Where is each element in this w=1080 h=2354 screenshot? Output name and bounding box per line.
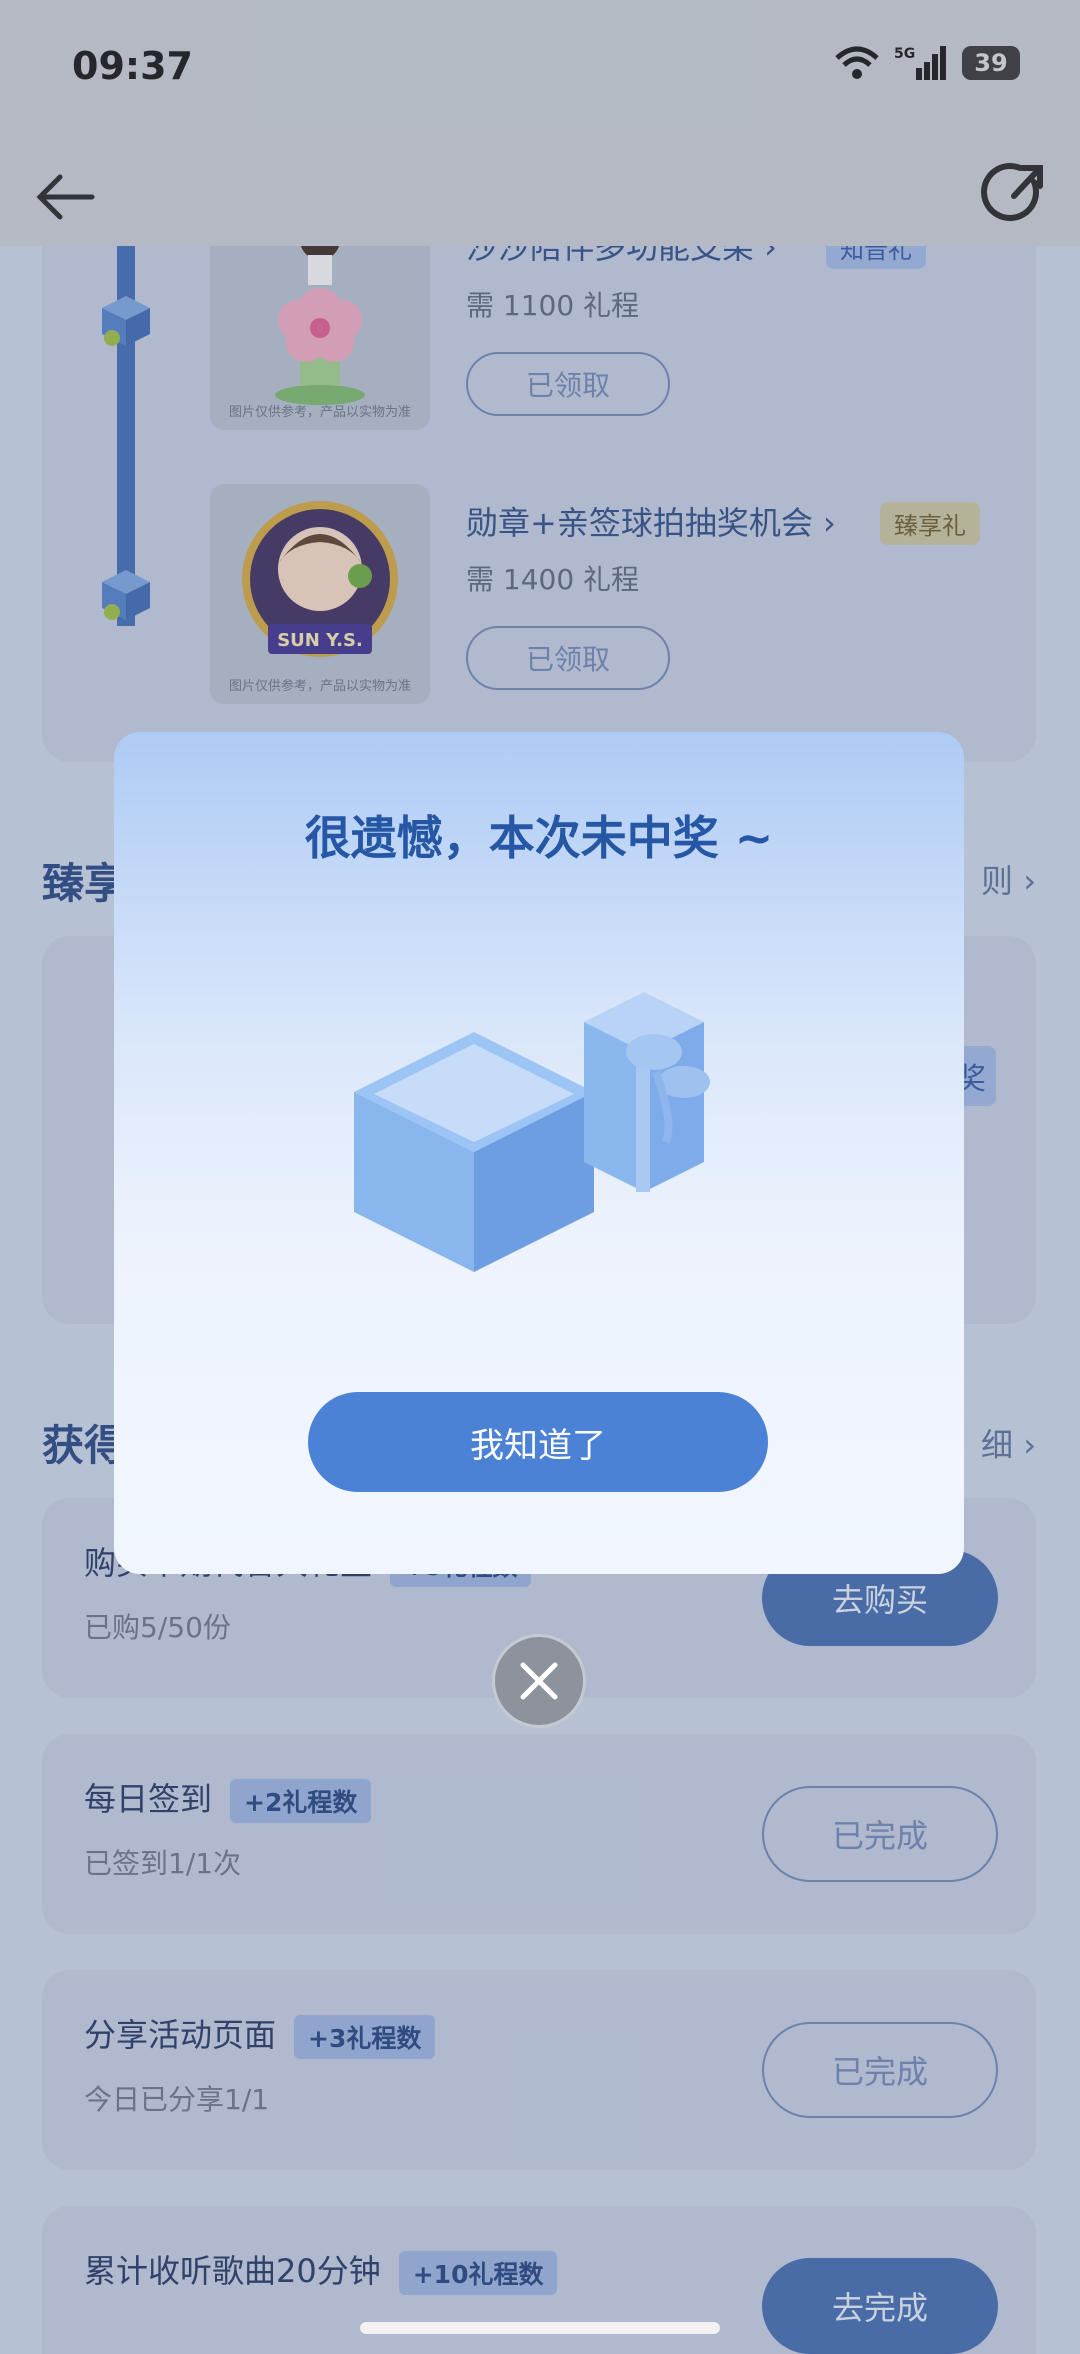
open-gift-box-icon — [354, 992, 710, 1272]
dialog-title: 很遗憾，本次未中奖 ~ — [304, 811, 774, 865]
home-indicator[interactable] — [360, 2322, 720, 2334]
acknowledge-button[interactable]: 我知道了 — [308, 1392, 768, 1492]
result-dialog: 很遗憾，本次未中奖 ~ 我知道了 — [114, 732, 964, 1574]
close-dialog-button[interactable] — [492, 1634, 586, 1728]
close-icon — [520, 1662, 558, 1700]
